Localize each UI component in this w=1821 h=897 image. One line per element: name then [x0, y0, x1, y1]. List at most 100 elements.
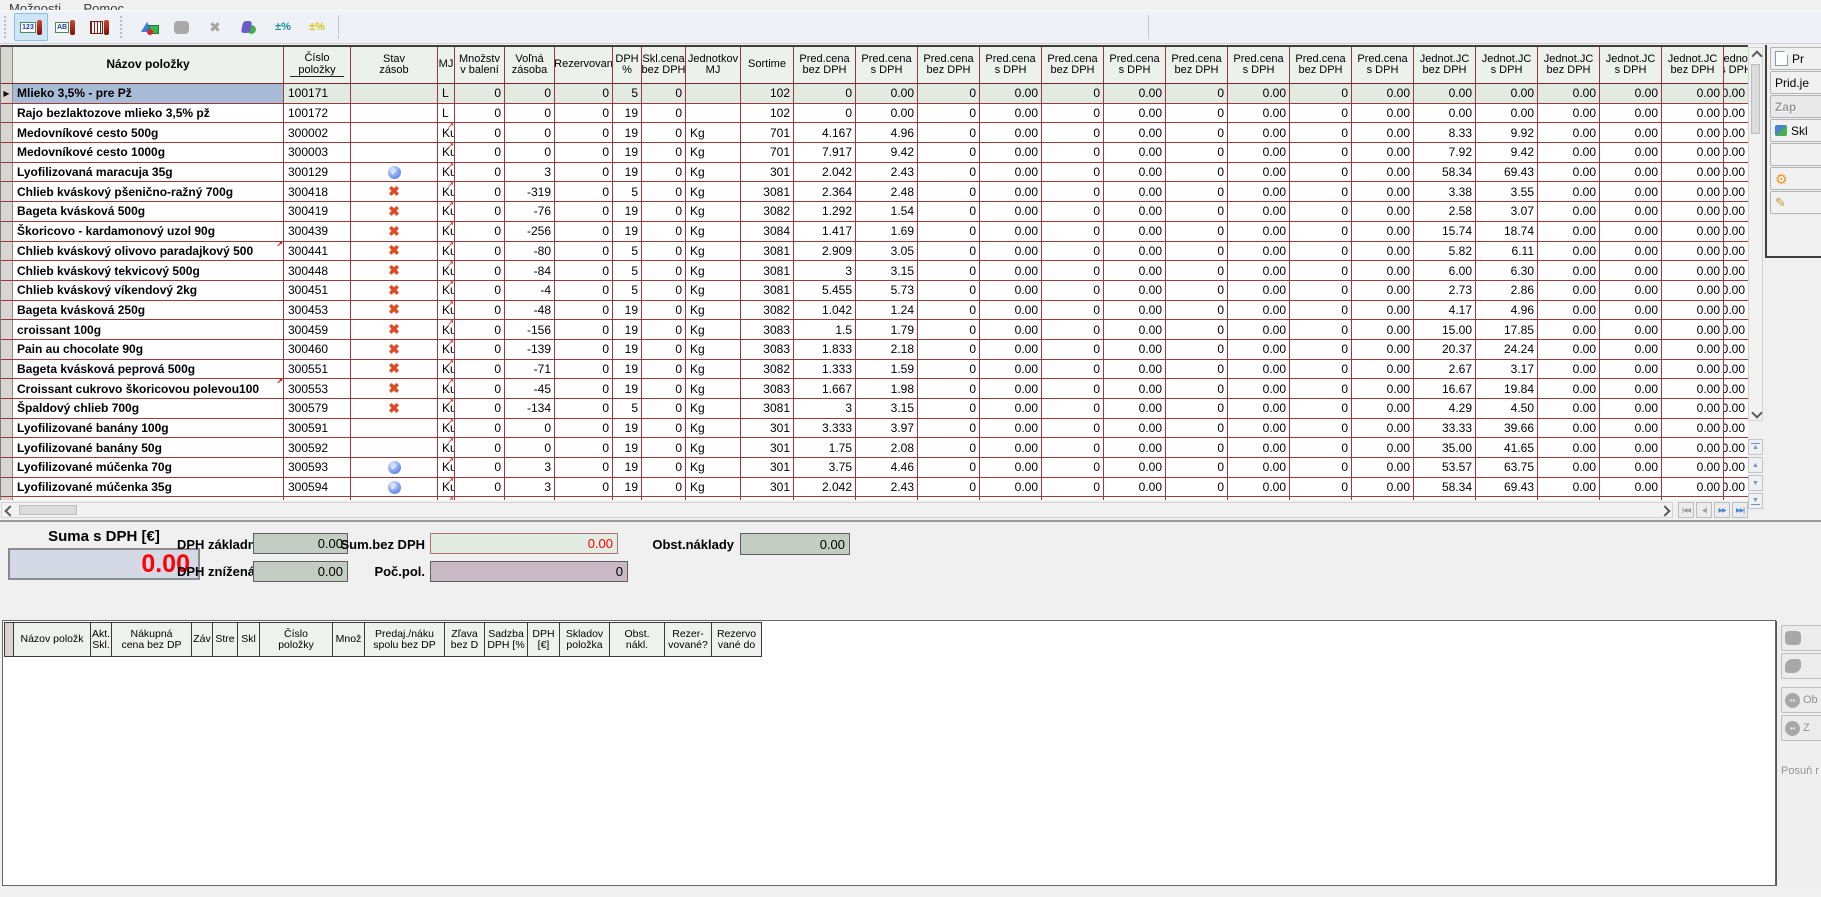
grid-cell-pred2s[interactable]: 0.00 — [980, 438, 1042, 457]
grid-cell-jc2b[interactable]: 0.00 — [1538, 478, 1600, 497]
grid-cell-rezervovane[interactable]: 0 — [555, 419, 613, 438]
grid-cell-nazov[interactable]: Bageta kvásková 500g — [13, 202, 284, 221]
grid-cell-pred3b[interactable]: 0 — [1042, 163, 1104, 182]
grid-cell-jc1b[interactable]: 15.74 — [1414, 222, 1476, 241]
grid-cell-mnozstvo[interactable]: 0 — [455, 143, 505, 162]
column-header-sklcena[interactable]: Skl.cenabez DPH — [642, 47, 686, 83]
grid-cell-pred2s[interactable]: 0.00 — [980, 123, 1042, 142]
grid-cell-pred4b[interactable]: 0 — [1166, 104, 1228, 123]
grid-cell-mj[interactable]: Ku↗ — [438, 163, 455, 182]
grid-cell-dph[interactable]: 19 — [613, 143, 642, 162]
grid-cell-jc3b[interactable]: 0.00 — [1662, 458, 1724, 477]
grid-cell-pred2s[interactable]: 0.00 — [980, 84, 1042, 103]
grid-cell-nazov[interactable]: Chlieb kváskový tekvicový 500g — [13, 261, 284, 280]
grid-cell-pred1b[interactable]: 0 — [794, 104, 856, 123]
detail-column-header-0[interactable]: Názov položk — [14, 622, 91, 657]
grid-cell-jc1b[interactable]: 2.73 — [1414, 281, 1476, 300]
grid-cell-pred1b[interactable]: 1.333 — [794, 360, 856, 379]
row-selector[interactable] — [1, 478, 13, 497]
grid-cell-jc2b[interactable]: 0.00 — [1538, 182, 1600, 201]
vertical-scrollbar[interactable] — [1748, 47, 1763, 421]
blank-button[interactable] — [1770, 143, 1821, 166]
stats-button[interactable] — [232, 13, 266, 41]
grid-cell-pred4s[interactable]: 0.00 — [1228, 222, 1290, 241]
grid-cell-pred1s[interactable]: 2.43 — [856, 163, 918, 182]
grid-cell-mnozstvo[interactable]: 0 — [455, 320, 505, 339]
grid-cell-rezervovane[interactable]: 0 — [555, 242, 613, 261]
grid-cell-pred5b[interactable]: 0 — [1290, 301, 1352, 320]
grid-cell-cislo[interactable]: 300460 — [284, 340, 351, 359]
grid-cell-rezervovane[interactable]: 0 — [555, 261, 613, 280]
grid-cell-pred4b[interactable]: 0 — [1166, 379, 1228, 398]
grid-cell-pred5s[interactable]: 0.00 — [1352, 242, 1414, 261]
grid-cell-jc2s[interactable]: 0.00 — [1600, 340, 1662, 359]
grid-cell-jc3s[interactable]: 0.00 — [1724, 419, 1748, 438]
grid-cell-jc1s[interactable]: 24.24 — [1476, 340, 1538, 359]
grid-cell-pred2s[interactable]: 0.00 — [980, 458, 1042, 477]
grid-cell-pred3b[interactable]: 0 — [1042, 478, 1104, 497]
grid-cell-jc1s[interactable]: 2.86 — [1476, 281, 1538, 300]
grid-cell-pred2s[interactable]: 0.00 — [980, 399, 1042, 418]
grid-cell-jc1s[interactable]: 4.96 — [1476, 301, 1538, 320]
grid-cell-pred5b[interactable]: 0 — [1290, 438, 1352, 457]
grid-cell-jc2s[interactable]: 0.00 — [1600, 379, 1662, 398]
row-selector[interactable] — [1, 123, 13, 142]
grid-cell-pred5s[interactable]: 0.00 — [1352, 340, 1414, 359]
column-header-jc2b[interactable]: Jednot.JCbez DPH — [1538, 47, 1600, 83]
grid-cell-pred3b[interactable]: 0 — [1042, 419, 1104, 438]
grid-cell-sortiment[interactable]: 3081 — [741, 399, 794, 418]
grid-cell-mnozstvo[interactable]: 0 — [455, 438, 505, 457]
grid-cell-pred5b[interactable]: 0 — [1290, 360, 1352, 379]
column-header-rezervovane[interactable]: Rezervovan — [555, 47, 613, 83]
grid-cell-jc3b[interactable]: 0.00 — [1662, 478, 1724, 497]
grid-cell-jc3b[interactable]: 0.00 — [1662, 379, 1724, 398]
grid-cell-pred5s[interactable]: 0.00 — [1352, 458, 1414, 477]
grid-cell-pred5s[interactable]: 0.00 — [1352, 84, 1414, 103]
grid-cell-sortiment[interactable]: 701 — [741, 143, 794, 162]
grid-cell-pred4s[interactable]: 0.00 — [1228, 438, 1290, 457]
grid-cell-jc2s[interactable]: 0.00 — [1600, 104, 1662, 123]
grid-cell-pred2b[interactable]: 0 — [918, 143, 980, 162]
grid-cell-jednotkovamj[interactable]: Kg — [686, 360, 741, 379]
column-header-cislo[interactable]: Číslopoložky — [284, 47, 351, 83]
grid-cell-pred1s[interactable]: 3.97 — [856, 419, 918, 438]
grid-cell-mnozstvo[interactable]: 0 — [455, 104, 505, 123]
grid-cell-pred5b[interactable]: 0 — [1290, 202, 1352, 221]
grid-cell-mj[interactable]: Ku↗ — [438, 281, 455, 300]
grid-cell-pred4s[interactable]: 0.00 — [1228, 301, 1290, 320]
grid-cell-pred2s[interactable]: 0.00 — [980, 320, 1042, 339]
grid-cell-jc1s[interactable]: 6.11 — [1476, 242, 1538, 261]
grid-cell-jc3s[interactable]: 0.00 — [1724, 438, 1748, 457]
grid-cell-mnozstvo[interactable]: 0 — [455, 301, 505, 320]
grid-cell-nazov[interactable]: Lyofilizované múčenka 70g — [13, 458, 284, 477]
grid-cell-mj[interactable]: Ku↗ — [438, 222, 455, 241]
grid-cell-pred2b[interactable]: 0 — [918, 261, 980, 280]
grid-cell-mnozstvo[interactable]: 0 — [455, 360, 505, 379]
grid-cell-volna[interactable]: -134 — [505, 399, 555, 418]
grid-cell-stav[interactable] — [351, 123, 438, 142]
page-up-button[interactable]: ▲ — [1748, 457, 1763, 473]
grid-cell-rezervovane[interactable]: 0 — [555, 478, 613, 497]
grid-cell-nazov[interactable]: Chlieb kváskový olivovo paradajkový 500↗ — [13, 242, 284, 261]
grid-cell-jc3s[interactable]: 0.00 — [1724, 340, 1748, 359]
grid-cell-jc1b[interactable]: 8.33 — [1414, 123, 1476, 142]
grid-cell-dph[interactable]: 19 — [613, 163, 642, 182]
grid-cell-nazov[interactable]: Lyofilizovaná maracuja 35g — [13, 163, 284, 182]
grid-cell-nazov[interactable]: Rajo bezlaktozove mlieko 3,5% pž — [13, 104, 284, 123]
grid-cell-volna[interactable]: 0 — [505, 419, 555, 438]
grid-cell-pred4b[interactable]: 0 — [1166, 340, 1228, 359]
grid-cell-cislo[interactable]: 100172 — [284, 104, 351, 123]
row-selector[interactable] — [1, 182, 13, 201]
nav-next-record-button[interactable]: ▶▶ — [1714, 502, 1730, 518]
grid-cell-nazov[interactable]: Lyofilizované mango 70g — [13, 497, 284, 500]
grid-cell-pred5s[interactable]: 0.00 — [1352, 281, 1414, 300]
grid-cell-jc1s[interactable]: 19.84 — [1476, 379, 1538, 398]
grid-cell-nazov[interactable]: Croissant cukrovo škoricovou polevou100↗ — [13, 379, 284, 398]
row-selector[interactable] — [1, 438, 13, 457]
grid-cell-mj[interactable]: Ku↗ — [438, 143, 455, 162]
grid-cell-mj[interactable]: Ku↗ — [438, 419, 455, 438]
grid-cell-mj[interactable]: L — [438, 104, 455, 123]
column-header-pred3s[interactable]: Pred.cenas DPH — [1104, 47, 1166, 83]
grid-cell-pred4s[interactable]: 0.00 — [1228, 399, 1290, 418]
detail-column-header-6[interactable]: Číslopoložky — [260, 622, 333, 657]
